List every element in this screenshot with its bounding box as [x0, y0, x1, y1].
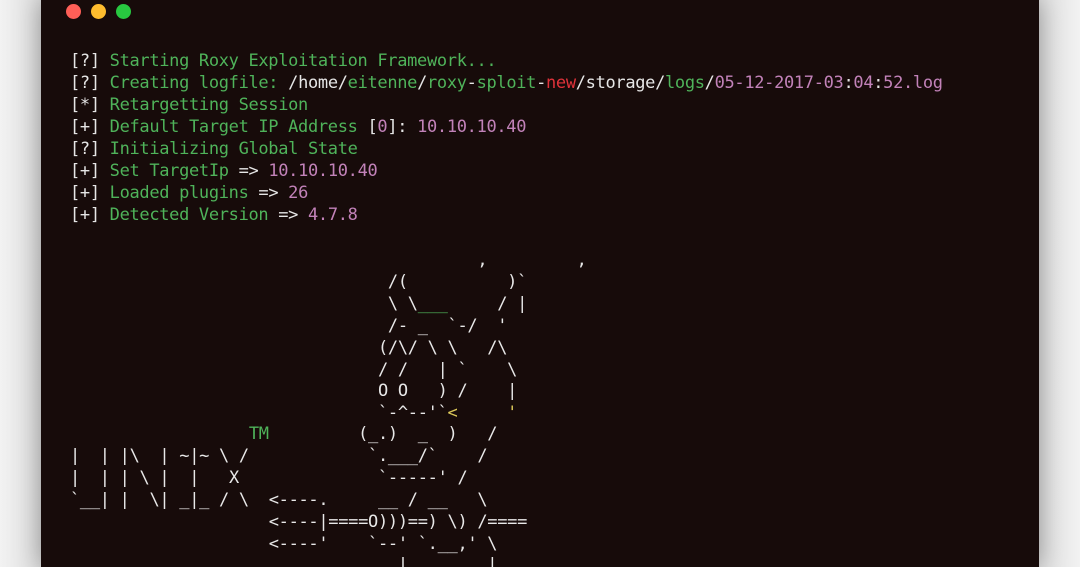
banner-row: /( )`: [70, 272, 528, 292]
log-line: [+] Loaded plugins => 26: [70, 183, 309, 203]
log-prefix: [+]: [70, 117, 100, 137]
banner-row: | | |\ | ~|~ \ / `.___/` /: [70, 446, 488, 466]
log-prefix: [+]: [70, 161, 100, 181]
log-prefix: [?]: [70, 73, 100, 93]
log-line: [+] Detected Version => 4.7.8: [70, 205, 358, 225]
log-line: [?] Starting Roxy Exploitation Framework…: [70, 51, 497, 71]
log-line: [?] Creating logfile: /home/eitenne/roxy…: [70, 73, 943, 93]
log-value: 4.7.8: [308, 205, 358, 225]
banner-row: `-^--'`< ': [70, 403, 518, 423]
banner-row: O O ) / |: [70, 381, 518, 401]
log-message: Set TargetIp: [109, 161, 229, 181]
background-left: [0, 0, 41, 567]
log-line: [+] Set TargetIp => 10.10.10.40: [70, 161, 378, 181]
log-message: Retargetting Session: [109, 95, 309, 115]
banner-row: , ,: [70, 250, 587, 270]
log-prefix: [+]: [70, 183, 100, 203]
log-value: 26: [288, 183, 309, 203]
banner-row: TM (_.) _ ) /: [248, 424, 498, 444]
zoom-button[interactable]: [116, 4, 131, 19]
address-index: 0: [377, 117, 388, 137]
log-message: Initializing Global State: [109, 139, 358, 159]
log-line: [?] Initializing Global State: [70, 139, 358, 159]
log-prefix: [?]: [70, 139, 100, 159]
background-right: [1039, 0, 1080, 567]
log-value: 10.10.10.40: [268, 161, 378, 181]
terminal-window: [?] Starting Roxy Exploitation Framework…: [41, 0, 1039, 567]
minimize-button[interactable]: [91, 4, 106, 19]
close-button[interactable]: [66, 4, 81, 19]
log-message: Default Target IP Address: [109, 117, 358, 137]
log-message: Creating logfile:: [109, 73, 279, 93]
window-controls: [66, 4, 131, 19]
banner-row: \ \___ / |: [70, 294, 528, 314]
banner-row: / / | ` \: [70, 360, 518, 380]
log-message: Loaded plugins: [109, 183, 249, 203]
log-prefix: [*]: [70, 95, 100, 115]
log-prefix: [?]: [70, 51, 100, 71]
log-prefix: [+]: [70, 205, 100, 225]
banner-row: | |: [70, 555, 498, 567]
log-message: Starting Roxy Exploitation Framework...: [109, 51, 497, 71]
log-value: 10.10.10.40: [417, 117, 527, 137]
log-line: [+] Default Target IP Address [0]: 10.10…: [70, 117, 527, 137]
banner-row: (/\/ \ \ /\: [70, 338, 508, 358]
banner-row: | | | \ | | X `-----' /: [70, 468, 468, 488]
logfile-path: /home/eitenne/roxy-sploit-new/storage/lo…: [288, 73, 943, 93]
log-line: [*] Retargetting Session: [70, 95, 308, 115]
trademark-label: TM: [248, 424, 269, 444]
banner-row: `__| | \| _|_ / \ <----. __ / __ \: [70, 490, 488, 510]
banner-row: <----' `--' `.__,' \: [70, 534, 498, 554]
log-message: Detected Version: [109, 205, 269, 225]
banner-row: /- _ `-/ ': [70, 316, 508, 336]
banner-row: <----|====O)))==) \) /====: [70, 512, 528, 532]
